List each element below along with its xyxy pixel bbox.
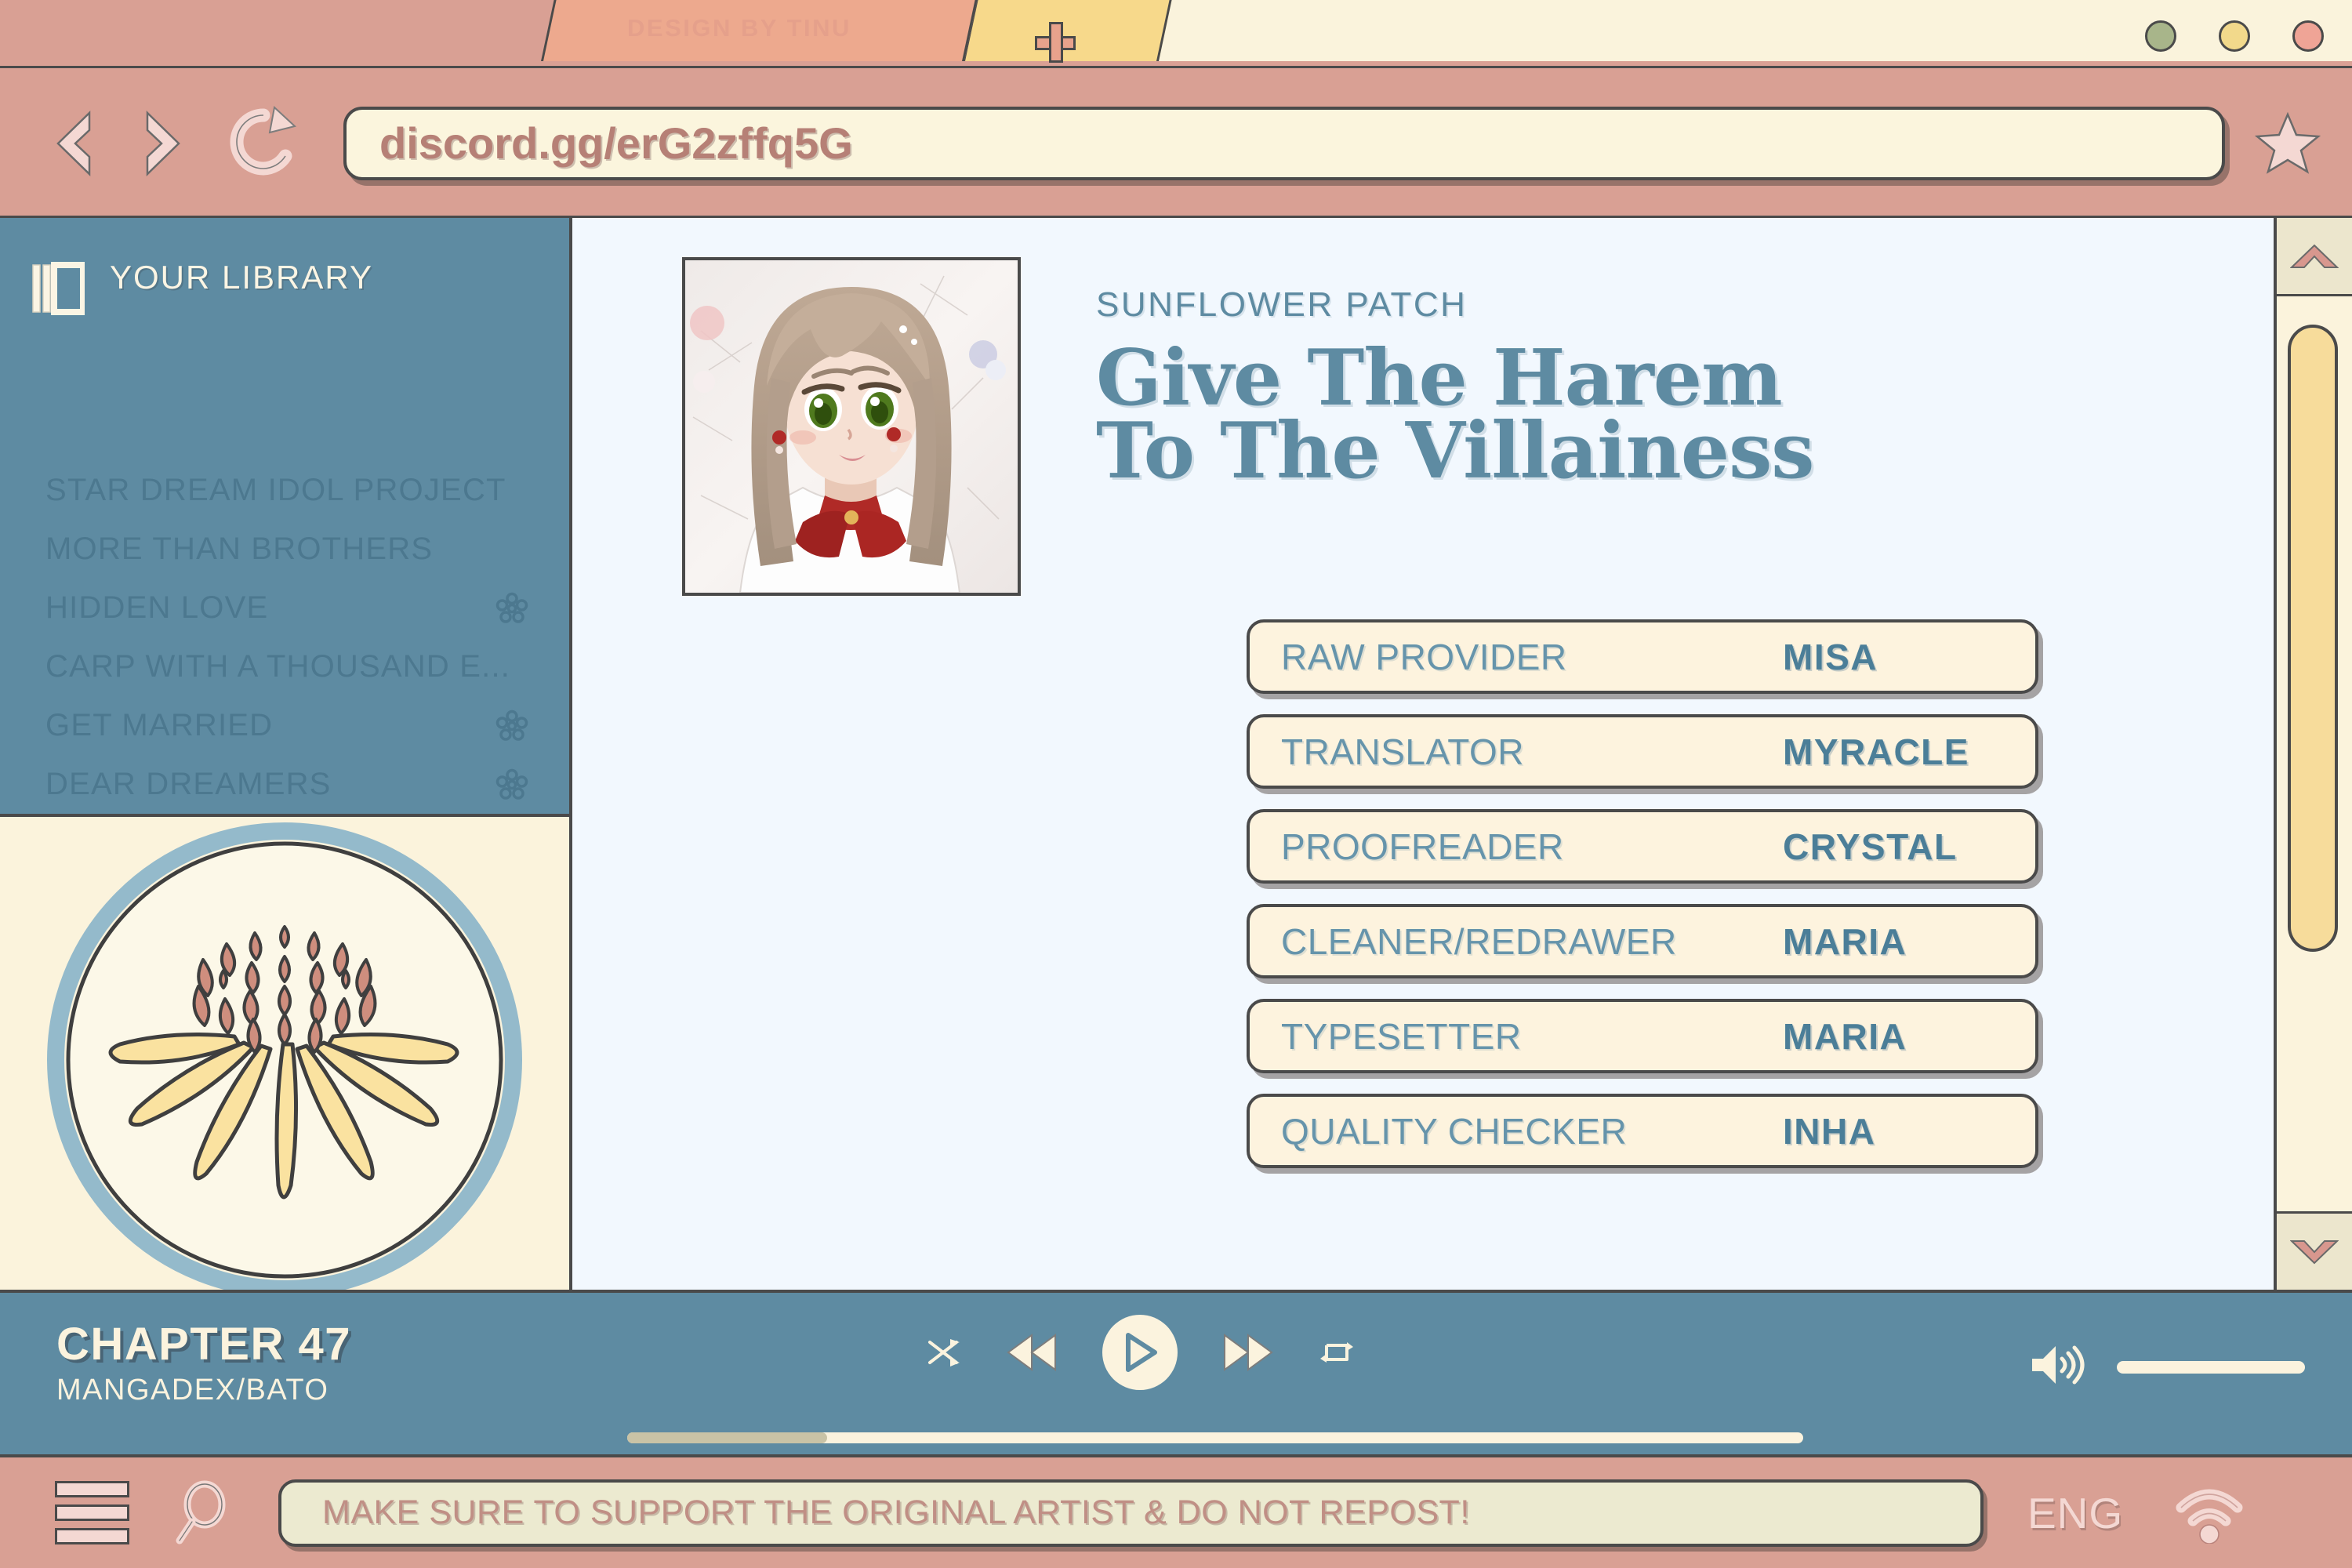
shuffle-icon[interactable] bbox=[925, 1334, 961, 1370]
flower-icon[interactable] bbox=[495, 768, 528, 801]
library-header: YOUR LIBRARY bbox=[0, 218, 569, 461]
sidebar-item-label: CARP WITH A THOUSAND E... bbox=[45, 649, 511, 684]
credits-list: RAW PROVIDER MISA TRANSLATOR MYRACLE PRO… bbox=[572, 596, 2274, 1189]
sidebar-item-label: STAR DREAM IDOL PROJECT bbox=[45, 473, 506, 507]
credit-label: QUALITY CHECKER bbox=[1281, 1110, 1628, 1152]
page-title: Give The Harem To The Villainess bbox=[1096, 333, 1814, 497]
chevron-right-icon[interactable] bbox=[135, 108, 193, 179]
chevron-down-icon[interactable] bbox=[2277, 1211, 2352, 1290]
rewind-icon[interactable] bbox=[1002, 1329, 1062, 1376]
sidebar: YOUR LIBRARY STAR DREAM IDOL PROJECT MOR… bbox=[0, 218, 572, 1303]
sidebar-item-2[interactable]: HIDDEN LOVE bbox=[45, 579, 569, 637]
credit-row[interactable]: QUALITY CHECKER INHA bbox=[1247, 1094, 2038, 1168]
repeat-icon[interactable] bbox=[1319, 1334, 1355, 1370]
sunflower-logo bbox=[42, 817, 528, 1303]
scrollbar-track[interactable] bbox=[2277, 296, 2352, 1211]
wifi-icon[interactable] bbox=[2172, 1483, 2247, 1544]
credit-label: TYPESETTER bbox=[1281, 1015, 1522, 1057]
library-list: STAR DREAM IDOL PROJECT MORE THAN BROTHE… bbox=[0, 461, 569, 814]
scrollbar-thumb[interactable] bbox=[2288, 325, 2338, 952]
credit-label: TRANSLATOR bbox=[1281, 731, 1525, 772]
sidebar-item-label: HIDDEN LOVE bbox=[45, 590, 269, 625]
series-header: SUNFLOWER PATCH Give The Harem To The Vil… bbox=[572, 218, 2274, 596]
progress-bar[interactable] bbox=[627, 1432, 1803, 1443]
credit-row[interactable]: TRANSLATOR MYRACLE bbox=[1247, 714, 2038, 789]
browser-toolbar: discord.gg/erG2zffq5G bbox=[0, 66, 2352, 218]
main-content: SUNFLOWER PATCH Give The Harem To The Vil… bbox=[572, 218, 2274, 1290]
library-title: YOUR LIBRARY bbox=[110, 259, 373, 296]
sidebar-item-label: GET MARRIED bbox=[45, 708, 274, 742]
credit-value: MISA bbox=[1783, 636, 1878, 677]
search-icon[interactable] bbox=[175, 1479, 230, 1547]
sidebar-item-1[interactable]: MORE THAN BROTHERS bbox=[45, 520, 569, 579]
credit-label: CLEANER/REDRAWER bbox=[1281, 920, 1677, 962]
plus-icon[interactable] bbox=[1035, 22, 1076, 63]
credit-value: INHA bbox=[1783, 1110, 1876, 1152]
chevron-left-icon[interactable] bbox=[44, 108, 102, 179]
flower-icon[interactable] bbox=[495, 592, 528, 625]
credit-value: MYRACLE bbox=[1783, 731, 1969, 772]
sidebar-item-0[interactable]: STAR DREAM IDOL PROJECT bbox=[45, 461, 569, 520]
credit-row[interactable]: PROOFREADER CRYSTAL bbox=[1247, 809, 2038, 884]
browser-tab-label: DESIGN BY TINU bbox=[627, 14, 851, 42]
url-text: discord.gg/erG2zffq5G bbox=[379, 118, 853, 168]
chapter-info: CHAPTER 47 MANGADEX/BATO bbox=[56, 1318, 351, 1407]
volume-slider[interactable] bbox=[2117, 1360, 2305, 1374]
close-dot[interactable] bbox=[2292, 20, 2324, 52]
hamburger-menu-icon[interactable] bbox=[55, 1481, 129, 1544]
reload-icon[interactable] bbox=[227, 105, 299, 181]
library-icon bbox=[31, 262, 86, 315]
bottom-bar: MAKE SURE TO SUPPORT THE ORIGINAL ARTIST… bbox=[0, 1454, 2352, 1568]
sidebar-item-label: DEAR DREAMERS bbox=[45, 767, 332, 801]
fast-forward-icon[interactable] bbox=[1218, 1329, 1278, 1376]
sidebar-item-label: MORE THAN BROTHERS bbox=[45, 532, 434, 566]
volume-control bbox=[2029, 1340, 2305, 1394]
play-button[interactable] bbox=[1102, 1315, 1178, 1390]
vertical-scrollbar[interactable] bbox=[2274, 218, 2352, 1290]
url-bar[interactable]: discord.gg/erG2zffq5G bbox=[343, 106, 2225, 180]
series-cover-art bbox=[682, 257, 1021, 596]
credit-row[interactable]: TYPESETTER MARIA bbox=[1247, 999, 2038, 1073]
star-icon[interactable] bbox=[2254, 111, 2321, 176]
transport-controls bbox=[925, 1315, 1355, 1390]
series-info: SUNFLOWER PATCH Give The Harem To The Vil… bbox=[1096, 257, 1814, 596]
chevron-up-icon[interactable] bbox=[2277, 218, 2352, 296]
credit-value: CRYSTAL bbox=[1783, 826, 1958, 867]
volume-icon[interactable] bbox=[2029, 1340, 2089, 1394]
language-label[interactable]: ENG bbox=[2027, 1488, 2123, 1538]
flower-icon[interactable] bbox=[495, 710, 528, 742]
sidebar-logo-panel bbox=[0, 814, 569, 1303]
scan-group-name: SUNFLOWER PATCH bbox=[1096, 285, 1468, 324]
credit-row[interactable]: RAW PROVIDER MISA bbox=[1247, 619, 2038, 694]
credit-label: RAW PROVIDER bbox=[1281, 636, 1567, 677]
sidebar-item-5[interactable]: DEAR DREAMERS bbox=[45, 755, 569, 814]
chapter-title: CHAPTER 47 bbox=[56, 1319, 351, 1370]
maximize-dot[interactable] bbox=[2219, 20, 2250, 52]
credit-label: PROOFREADER bbox=[1281, 826, 1564, 867]
app-body: YOUR LIBRARY STAR DREAM IDOL PROJECT MOR… bbox=[0, 216, 2352, 1303]
minimize-dot[interactable] bbox=[2145, 20, 2176, 52]
chapter-source: MANGADEX/BATO bbox=[56, 1374, 329, 1406]
sidebar-item-3[interactable]: CARP WITH A THOUSAND E... bbox=[45, 637, 569, 696]
progress-fill bbox=[627, 1432, 827, 1443]
credit-value: MARIA bbox=[1783, 1015, 1907, 1057]
player-bar: CHAPTER 47 MANGADEX/BATO bbox=[0, 1290, 2352, 1454]
sidebar-item-4[interactable]: GET MARRIED bbox=[45, 696, 569, 755]
credit-value: MARIA bbox=[1783, 920, 1907, 962]
notice-banner: MAKE SURE TO SUPPORT THE ORIGINAL ARTIST… bbox=[278, 1479, 1984, 1547]
notice-text: MAKE SURE TO SUPPORT THE ORIGINAL ARTIST… bbox=[322, 1494, 1470, 1531]
window-controls bbox=[2145, 20, 2324, 52]
browser-tab-strip: DESIGN BY TINU bbox=[0, 0, 2352, 71]
credit-row[interactable]: CLEANER/REDRAWER MARIA bbox=[1247, 904, 2038, 978]
